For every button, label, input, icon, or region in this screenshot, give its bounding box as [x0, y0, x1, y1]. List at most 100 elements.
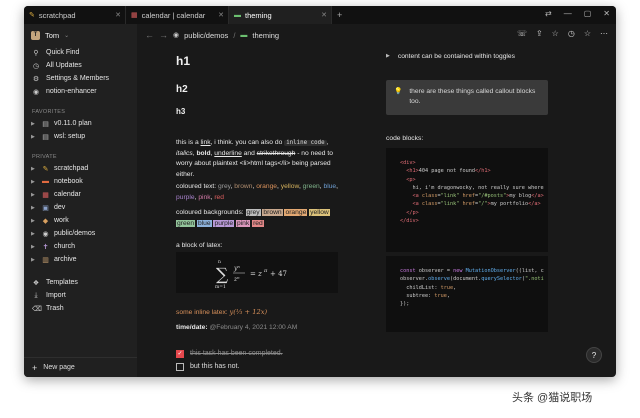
date-mention[interactable]: @February 4, 2021 12:00 AM	[209, 324, 297, 331]
history-icon[interactable]: ◷	[568, 29, 575, 38]
svg-text:zⁿ: zⁿ	[233, 276, 240, 283]
colored-text-span: purple	[176, 193, 195, 201]
sidebar-item-wsl-setup[interactable]: ▶ ▤ wsl: setup	[24, 130, 137, 143]
triangle-right-icon[interactable]: ▶	[31, 205, 37, 211]
text: ,	[326, 139, 329, 146]
latex-formula: ∑ n m=1 yⁿ zⁿ = z π + 47	[215, 260, 287, 290]
sidebar-item-notion-enhancer[interactable]: ◉ notion-enhancer	[24, 85, 137, 98]
colored-bg-span: green	[176, 219, 196, 227]
time-line: time/date: @February 4, 2021 12:00 AM	[176, 323, 341, 334]
close-icon[interactable]: ✕	[115, 11, 121, 19]
code-block-js[interactable]: const observer = new MutationObserver((l…	[386, 256, 548, 332]
breadcrumb-separator: /	[233, 30, 236, 40]
sidebar-item-import[interactable]: ⤓ Import	[24, 289, 137, 302]
sidebar-item-label: Templates	[46, 279, 78, 286]
colored-text-span: brown	[234, 183, 253, 190]
new-page-button[interactable]: + New page	[24, 357, 137, 377]
triangle-right-icon[interactable]: ▶	[31, 166, 37, 172]
sidebar-item-label: calendar	[54, 191, 81, 198]
sidebar-item-quick-find[interactable]: ⚲ Quick Find	[24, 46, 137, 59]
favorite-star-icon[interactable]: ☆	[584, 29, 591, 38]
sidebar-item-v0110-plan[interactable]: ▶ ▤ v0.11.0 plan	[24, 117, 137, 130]
checkbox-checked[interactable]: ✓	[176, 349, 184, 358]
triangle-right-icon[interactable]: ▶	[31, 257, 37, 263]
triangle-right-icon[interactable]: ▶	[31, 244, 37, 250]
lightbulb-icon[interactable]: 💡	[394, 87, 402, 108]
latex-block[interactable]: ∑ n m=1 yⁿ zⁿ = z π + 47	[176, 252, 338, 293]
sidebar-item-label: public/demos	[54, 230, 96, 237]
enhancer-icon: ◉	[32, 88, 40, 96]
close-icon[interactable]: ✕	[218, 11, 224, 19]
workspace-switcher[interactable]: T Tom ⌄	[24, 24, 137, 46]
heading-1: h1	[176, 54, 191, 68]
sidebar-item-notebook[interactable]: ▶ ▬ notebook	[24, 175, 137, 188]
private-header: PRIVATE	[32, 153, 57, 160]
sidebar-item-calendar[interactable]: ▶ ▦ calendar	[24, 188, 137, 201]
more-options-icon[interactable]: ⋯	[600, 29, 608, 38]
notebook-icon: ▬	[42, 178, 49, 185]
tab-scratchpad[interactable]: ✎ scratchpad ✕	[24, 6, 126, 24]
sidebar-item-public-demos[interactable]: ▶ ◉ public/demos	[24, 227, 137, 240]
triangle-right-icon[interactable]: ▶	[31, 179, 37, 185]
sidebar-item-scratchpad[interactable]: ▶ ✎ scratchpad	[24, 162, 137, 175]
page-icon: ▤	[42, 120, 49, 128]
svg-text:+ 47: + 47	[270, 270, 287, 278]
triangle-right-icon[interactable]: ▶	[31, 134, 37, 140]
forward-arrow-icon[interactable]: →	[159, 30, 168, 40]
link[interactable]: link	[201, 139, 211, 146]
code-block-html[interactable]: <div> <h1>404 page not found</h1> <p> hi…	[386, 148, 548, 252]
sidebar-item-dev[interactable]: ▶ ▣ dev	[24, 201, 137, 214]
toggle-block[interactable]: ▶ content can be contained within toggle…	[386, 53, 515, 60]
updates-icon[interactable]: ☆	[552, 29, 559, 38]
italic-text: italics	[176, 149, 193, 157]
help-button[interactable]: ?	[586, 347, 602, 363]
templates-icon: ❖	[32, 279, 40, 287]
back-arrow-icon[interactable]: ←	[145, 30, 154, 40]
label: time/date:	[176, 324, 210, 331]
colored-bg-span: orange	[284, 209, 308, 216]
svg-text:π: π	[263, 268, 268, 274]
close-icon[interactable]: ✕	[321, 11, 327, 19]
todo-item[interactable]: ✓ this task has been completed.	[176, 347, 283, 360]
todo-item[interactable]: but this has not.	[176, 360, 283, 373]
breadcrumb-current[interactable]: theming	[252, 31, 279, 40]
tab-bar: ✎ scratchpad ✕ ▦ calendar | calendar ✕ ▬…	[24, 6, 616, 24]
triangle-right-icon[interactable]: ▶	[31, 231, 37, 237]
swap-icon[interactable]: ⇄	[545, 9, 552, 18]
svg-text:= z: = z	[250, 270, 262, 278]
comments-icon[interactable]: ☏	[517, 29, 527, 38]
maximize-icon[interactable]: ▢	[584, 9, 592, 18]
sidebar-item-label: dev	[54, 204, 66, 211]
minimize-icon[interactable]: —	[564, 9, 572, 18]
sidebar-item-templates[interactable]: ❖ Templates	[24, 276, 137, 289]
callout-text: there are these things called callout bl…	[409, 88, 536, 105]
workspace-name: Tom	[45, 30, 60, 40]
close-window-icon[interactable]: ✕	[603, 9, 610, 18]
sidebar-item-settings[interactable]: ⚙ Settings & Members	[24, 72, 137, 85]
sidebar-item-work[interactable]: ▶ ◆ work	[24, 214, 137, 227]
sidebar: T Tom ⌄ ⚲ Quick Find ◷ All Updates ⚙ Settin…	[24, 24, 137, 377]
colored-text-span: green	[302, 183, 320, 190]
colored-text-span: ,	[336, 183, 339, 190]
colored-text-span: blue	[323, 183, 337, 190]
checkbox-unchecked[interactable]	[176, 362, 184, 371]
triangle-right-icon[interactable]: ▶	[31, 192, 37, 198]
triangle-right-icon[interactable]: ▶	[386, 53, 390, 60]
inline-latex[interactable]: y(⅓ + 12x)	[230, 308, 268, 316]
callout-block: 💡 there are these things called callout …	[386, 80, 548, 115]
colored-bg-span: blue	[196, 219, 212, 227]
sidebar-item-archive[interactable]: ▶ ▥ archive	[24, 253, 137, 266]
breadcrumb-parent[interactable]: public/demos	[184, 31, 228, 40]
share-icon[interactable]: ⇪	[536, 29, 543, 38]
new-tab-button[interactable]: +	[337, 10, 342, 20]
tab-theming[interactable]: ▬ theming ✕	[229, 6, 332, 24]
sidebar-item-church[interactable]: ▶ ✝ church	[24, 240, 137, 253]
triangle-right-icon[interactable]: ▶	[31, 218, 37, 224]
triangle-right-icon[interactable]: ▶	[31, 121, 37, 127]
colored-bg-paragraph: coloured backgrounds: grey brown orange …	[176, 208, 341, 229]
heading-3: h3	[176, 107, 186, 116]
sidebar-item-trash[interactable]: ⌫ Trash	[24, 302, 137, 315]
tab-calendar[interactable]: ▦ calendar | calendar ✕	[126, 6, 229, 24]
sidebar-item-all-updates[interactable]: ◷ All Updates	[24, 59, 137, 72]
notebook-icon: ▬	[234, 11, 241, 19]
